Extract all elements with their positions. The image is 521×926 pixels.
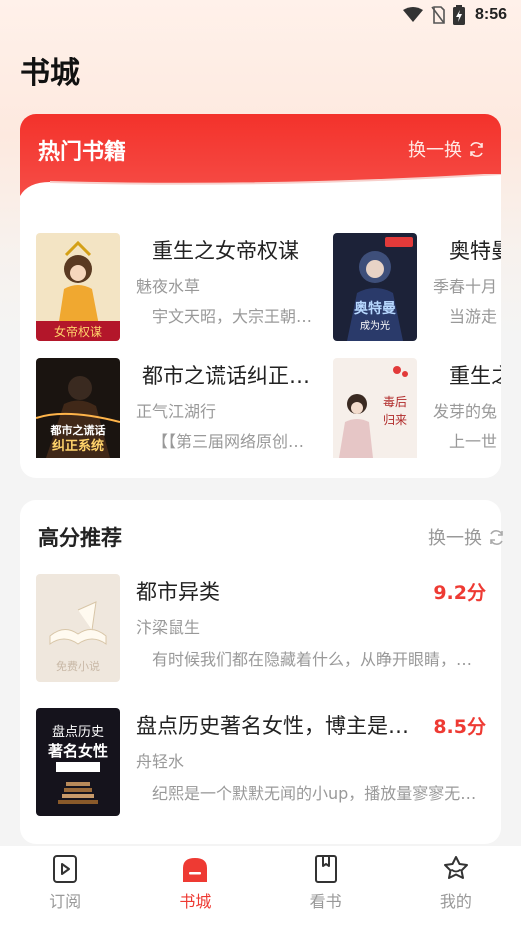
recommend-book-item[interactable]: 免费小说 都市异类 9.2分 汴梁鼠生 有时候我们都在隐藏着什么，从睁开眼睛，… — [36, 574, 486, 684]
book-author: 汴梁鼠生 — [136, 618, 201, 637]
book-title: 重生之 — [449, 364, 501, 388]
svg-text:女帝权谋: 女帝权谋 — [54, 324, 102, 339]
book-title: 都市异类 — [136, 580, 220, 604]
hot-book-item[interactable]: 奥特曼 成为光 奥特曼 季春十月 当游走 — [333, 233, 501, 343]
book-cover: 毒后 归来 — [333, 358, 417, 466]
book-author: 魅夜水草 — [136, 277, 201, 296]
svg-text:奥特曼: 奥特曼 — [354, 300, 396, 317]
nav-label: 我的 — [439, 892, 472, 911]
book-description: 上一世 — [449, 432, 498, 451]
svg-text:毒后: 毒后 — [383, 395, 407, 409]
book-cover: 都市之谎话 纠正系统 — [36, 358, 120, 466]
hot-books-list: 女帝权谋 重生之女帝权谋 魅夜水草 宇文天昭，大宗王朝… 奥特曼 成为光 奥特曼 — [20, 114, 501, 478]
book-description: 宇文天昭，大宗王朝… — [152, 307, 313, 326]
nav-item-subscribe[interactable]: 订阅 — [0, 846, 130, 926]
recommend-title: 高分推荐 — [38, 526, 122, 550]
nav-label: 看书 — [309, 892, 342, 911]
svg-text:著名女性: 著名女性 — [47, 742, 108, 760]
svg-text:盘点历史: 盘点历史 — [52, 724, 104, 740]
book-author: 正气江湖行 — [136, 402, 217, 421]
hot-book-item[interactable]: 女帝权谋 重生之女帝权谋 魅夜水草 宇文天昭，大宗王朝… — [36, 233, 336, 343]
book-description: 有时候我们都在隐藏着什么，从睁开眼睛，… — [152, 650, 473, 669]
recommend-book-item[interactable]: 盘点历史 著名女性 盘点历史著名女性，博主是… 8.5分 舟轻水 纪熙是一个默默… — [36, 708, 486, 818]
book-title: 重生之女帝权谋 — [152, 239, 299, 263]
book-author: 发芽的兔 — [433, 402, 498, 421]
bookstore-icon — [183, 858, 208, 882]
subscribe-icon — [53, 855, 78, 883]
svg-text:纠正系统: 纠正系统 — [52, 438, 104, 454]
recommend-refresh-label: 换一换 — [428, 528, 482, 549]
book-cover: 女帝权谋 — [36, 233, 120, 341]
book-author: 舟轻水 — [136, 752, 185, 771]
nav-label: 订阅 — [49, 892, 82, 911]
recommend-refresh-button[interactable]: 换一换 — [428, 524, 505, 550]
battery-charging-icon — [452, 5, 465, 25]
book-icon — [314, 855, 337, 883]
book-description: 【【第三届网络原创… — [152, 432, 305, 451]
nav-label: 书城 — [179, 892, 212, 911]
hot-book-item[interactable]: 都市之谎话 纠正系统 都市之谎话纠正… 正气江湖行 【【第三届网络原创… — [36, 358, 336, 468]
book-description: 纪熙是一个默默无闻的小up，播放量寥寥无… — [152, 784, 477, 803]
book-cover: 免费小说 — [36, 574, 120, 682]
recommend-card: 高分推荐 免费小说 都市异类 9.2分 汴梁鼠生 有时候我们都在隐藏着什么，从睁… — [20, 500, 501, 844]
book-title: 奥特曼 — [449, 239, 501, 263]
hot-book-item[interactable]: 毒后 归来 重生之 发芽的兔 上一世 — [333, 358, 501, 468]
svg-text:都市之谎话: 都市之谎话 — [50, 423, 106, 437]
status-bar: 8:56 — [0, 0, 521, 30]
status-time: 8:56 — [474, 6, 507, 23]
svg-text:成为光: 成为光 — [360, 319, 390, 332]
bottom-navigation: 订阅 书城 看书 我的 — [0, 846, 521, 926]
book-title: 盘点历史著名女性，博主是… — [136, 714, 409, 738]
nav-item-bookstore[interactable]: 书城 — [130, 846, 260, 926]
book-cover: 盘点历史 著名女性 — [36, 708, 120, 816]
profile-icon — [443, 856, 468, 879]
svg-text:免费小说: 免费小说 — [56, 659, 100, 673]
wifi-icon — [402, 7, 423, 22]
book-title: 都市之谎话纠正… — [142, 364, 310, 388]
book-description: 当游走 — [449, 307, 498, 326]
book-score: 8.5分 — [433, 716, 486, 738]
hot-books-card: 热门书籍 换一换 女帝权谋 重生之女帝权谋 魅夜水草 宇文天昭，大宗王朝… 奥特… — [20, 114, 501, 478]
page-title: 书城 — [20, 56, 80, 91]
nav-item-profile[interactable]: 我的 — [391, 846, 521, 926]
book-score: 9.2分 — [433, 582, 486, 604]
nav-item-reading[interactable]: 看书 — [261, 846, 391, 926]
no-sim-icon — [431, 6, 445, 24]
svg-text:归来: 归来 — [383, 413, 407, 427]
book-cover: 奥特曼 成为光 — [333, 233, 417, 341]
refresh-icon — [490, 529, 503, 545]
book-author: 季春十月 — [433, 277, 498, 296]
